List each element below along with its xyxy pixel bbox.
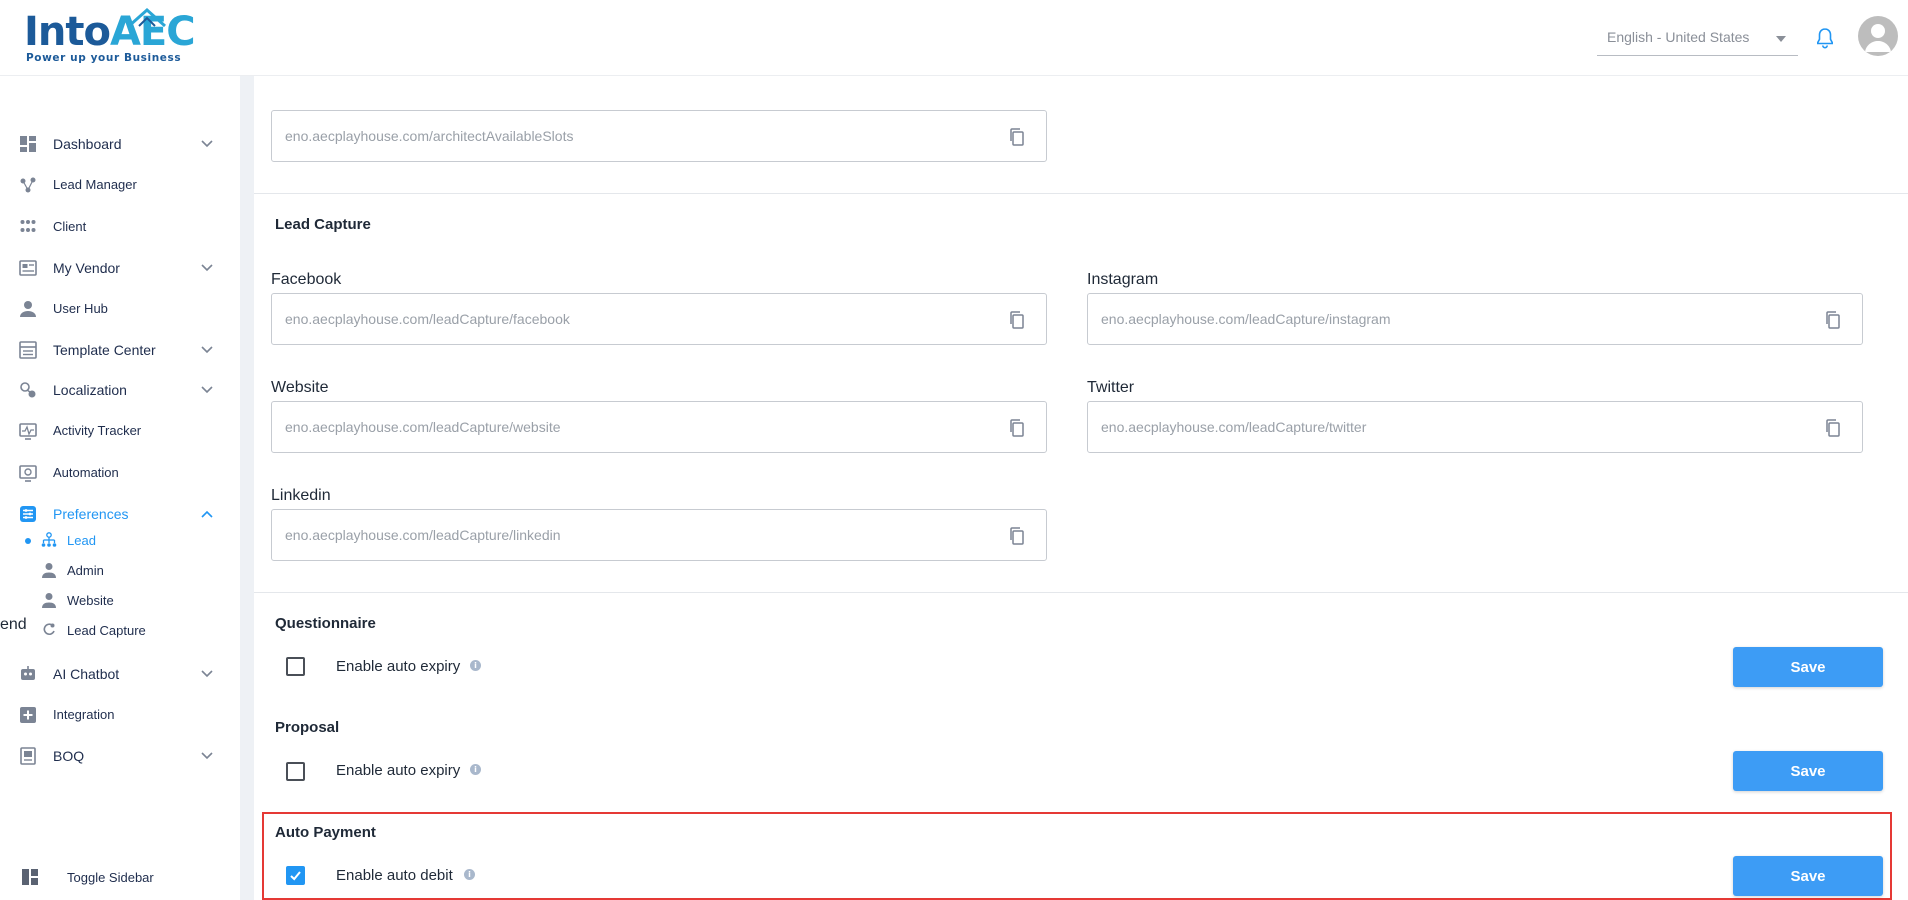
sidebar-item-localization[interactable]: Localization (0, 373, 240, 407)
language-select[interactable]: English - United States (1597, 22, 1798, 56)
sidebar-subitem-admin[interactable]: Admin (0, 556, 240, 584)
website-icon (42, 593, 56, 608)
chatbot-icon (21, 666, 35, 680)
info-icon[interactable]: i (470, 764, 481, 775)
lead-capture-title: Lead Capture (275, 216, 371, 233)
sidebar-item-my-vendor[interactable]: My Vendor (0, 251, 240, 285)
user-silhouette-icon (1865, 24, 1891, 52)
copy-icon[interactable] (1008, 526, 1026, 546)
sidebar-item-dashboard[interactable]: Dashboard (0, 127, 240, 161)
info-icon[interactable]: i (464, 869, 475, 880)
main-content: Lead Capture Facebook Instagram Website … (254, 76, 1908, 900)
lead-manager-icon (20, 177, 36, 193)
sidebar-item-client[interactable]: Client (0, 210, 240, 244)
copy-icon[interactable] (1824, 418, 1842, 438)
admin-icon (42, 563, 56, 578)
bell-icon[interactable] (1813, 26, 1837, 50)
facebook-label: Facebook (271, 271, 342, 288)
twitter-url-field[interactable] (1087, 401, 1863, 453)
user-avatar[interactable] (1858, 16, 1898, 56)
localization-icon (20, 382, 36, 398)
proposal-save-button[interactable]: Save (1733, 751, 1883, 791)
website-url-field[interactable] (271, 401, 1047, 453)
sidebar-item-automation[interactable]: Automation (0, 456, 240, 490)
info-icon[interactable]: i (470, 660, 481, 671)
sidebar-item-integration[interactable]: Integration (0, 698, 240, 732)
logo-roof-icon (128, 7, 166, 28)
sidebar-item-user-hub[interactable]: User Hub (0, 292, 240, 326)
sidebar-subitem-website[interactable]: Website (0, 586, 240, 614)
sidebar-gutter (240, 76, 254, 900)
sidebar-subitem-lead[interactable]: Lead (0, 526, 240, 554)
section-divider (254, 193, 1908, 194)
sidebar-item-template-center[interactable]: Template Center (0, 333, 240, 367)
activity-icon (19, 423, 37, 440)
caret-down-icon (1776, 36, 1786, 42)
linkedin-url-input[interactable] (285, 510, 985, 560)
sidebar-item-activity-tracker[interactable]: Activity Tracker (0, 414, 240, 448)
sidebar-layout-icon (22, 869, 38, 885)
chevron-down-icon (201, 264, 213, 272)
lead-tree-icon (41, 532, 57, 547)
active-dot (25, 538, 31, 544)
section-divider (254, 592, 1908, 593)
sidebar: Dashboard Lead Manager Client My Vendor … (0, 76, 240, 900)
auto-payment-title: Auto Payment (275, 824, 376, 841)
copy-icon[interactable] (1824, 310, 1842, 330)
instagram-label: Instagram (1087, 271, 1159, 288)
architect-slots-url-field[interactable] (271, 110, 1047, 162)
questionnaire-auto-expiry-checkbox[interactable] (286, 657, 305, 676)
automation-icon (19, 465, 37, 482)
chevron-down-icon (201, 386, 213, 394)
dashboard-icon (20, 136, 36, 152)
linkedin-label: Linkedin (271, 487, 331, 504)
instagram-url-input[interactable] (1101, 294, 1801, 344)
sidebar-subitem-lead-capture[interactable]: Lead Capture end (0, 616, 240, 644)
proposal-title: Proposal (275, 719, 340, 736)
auto-payment-save-button[interactable]: Save (1733, 856, 1883, 896)
auto-payment-auto-debit-label: Enable auto debit (336, 867, 453, 884)
questionnaire-save-button[interactable]: Save (1733, 647, 1883, 687)
proposal-auto-expiry-checkbox[interactable] (286, 762, 305, 781)
facebook-url-input[interactable] (285, 294, 985, 344)
client-icon (20, 220, 36, 232)
integration-icon (20, 707, 36, 723)
questionnaire-auto-expiry-label: Enable auto expiry (336, 658, 461, 675)
sidebar-item-lead-manager[interactable]: Lead Manager (0, 168, 240, 202)
chevron-down-icon (201, 670, 213, 678)
chevron-up-icon (201, 510, 213, 518)
copy-icon[interactable] (1008, 310, 1026, 330)
intoaec-logo[interactable]: IntoAEC Power up your Business (24, 6, 196, 66)
top-header: IntoAEC Power up your Business English -… (0, 0, 1908, 76)
instagram-url-field[interactable] (1087, 293, 1863, 345)
auto-payment-auto-debit-checkbox[interactable] (286, 866, 305, 885)
preferences-icon (20, 506, 36, 522)
sidebar-item-boq[interactable]: BOQ (0, 739, 240, 773)
chevron-down-icon (201, 752, 213, 760)
linkedin-url-field[interactable] (271, 509, 1047, 561)
auto-payment-highlight (262, 812, 1892, 900)
checkmark-icon (290, 871, 301, 881)
sidebar-item-ai-chatbot[interactable]: AI Chatbot (0, 657, 240, 691)
architect-slots-url-input[interactable] (285, 111, 985, 161)
chevron-down-icon (201, 346, 213, 354)
website-label: Website (271, 379, 329, 396)
copy-icon[interactable] (1008, 127, 1026, 147)
chevron-down-icon (201, 140, 213, 148)
vendor-icon (19, 260, 37, 276)
toggle-sidebar-button[interactable]: Toggle Sidebar (0, 860, 240, 894)
boq-icon (20, 747, 36, 765)
copy-icon[interactable] (1008, 418, 1026, 438)
website-url-input[interactable] (285, 402, 985, 452)
proposal-auto-expiry-label: Enable auto expiry (336, 762, 461, 779)
template-icon (19, 341, 37, 359)
lead-capture-icon (43, 623, 55, 635)
user-icon (20, 301, 36, 317)
twitter-label: Twitter (1087, 379, 1135, 396)
facebook-url-field[interactable] (271, 293, 1047, 345)
twitter-url-input[interactable] (1101, 402, 1801, 452)
questionnaire-title: Questionnaire (275, 615, 376, 632)
